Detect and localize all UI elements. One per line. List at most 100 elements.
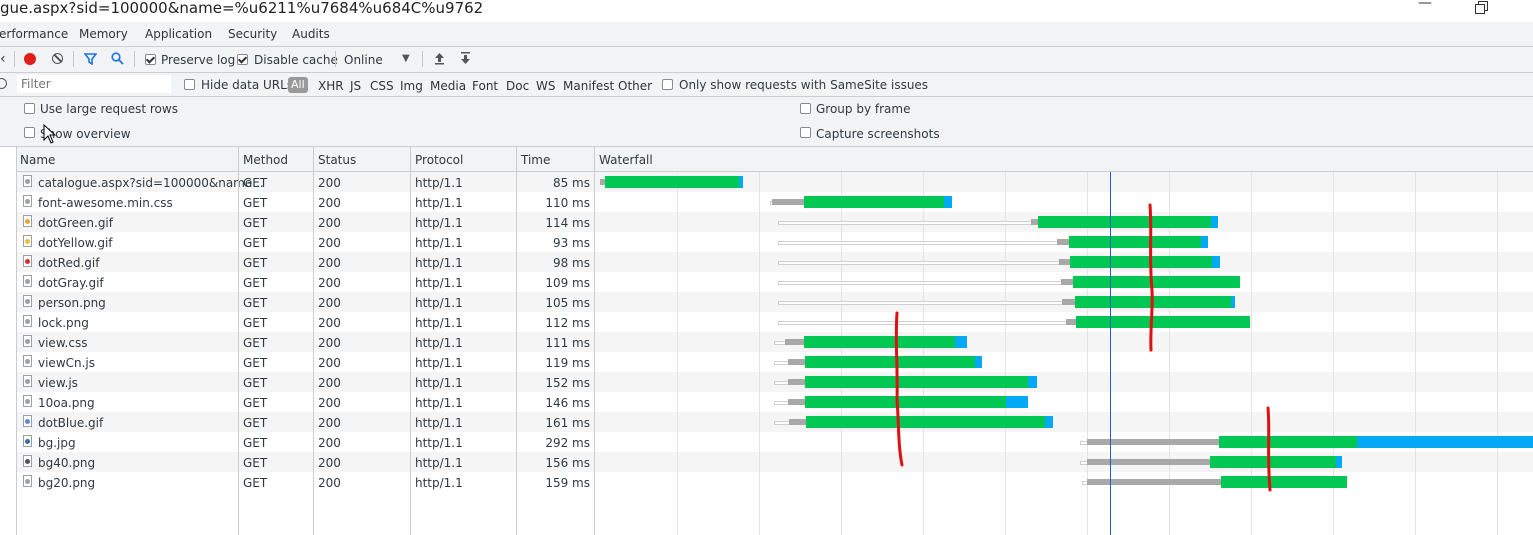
tab-application[interactable]: Application <box>145 27 212 41</box>
waterfall-bar-waiting[interactable] <box>1210 456 1336 468</box>
type-filter-ws[interactable]: WS <box>536 79 555 93</box>
waterfall-bar-download[interactable] <box>955 336 967 348</box>
type-filter-font[interactable]: Font <box>472 79 498 93</box>
request-name[interactable]: person.png <box>38 296 106 310</box>
close-drawer-icon[interactable]: ‹ <box>0 51 6 67</box>
column-divider[interactable] <box>516 147 517 535</box>
waterfall-bar-waiting[interactable] <box>1221 476 1347 488</box>
request-name[interactable]: viewCn.js <box>38 356 95 370</box>
disable-cache-checkbox[interactable] <box>237 54 248 65</box>
waterfall-bar-download[interactable] <box>1211 216 1218 228</box>
waterfall-bar-download[interactable] <box>1336 456 1342 468</box>
waterfall-bar-download[interactable] <box>1357 436 1533 448</box>
search-icon[interactable] <box>111 52 124 65</box>
chevron-down-icon[interactable]: ▼ <box>402 53 410 64</box>
waterfall-bar-download[interactable] <box>1006 396 1028 408</box>
request-name[interactable]: catalogue.aspx?sid=100000&name... <box>38 176 264 190</box>
restore-window-icon[interactable] <box>1475 1 1488 14</box>
request-time: 159 ms <box>545 476 590 490</box>
request-name[interactable]: view.js <box>38 376 78 390</box>
waterfall-bar-download[interactable] <box>1028 376 1037 388</box>
waterfall-bar-waiting[interactable] <box>1069 236 1201 248</box>
waterfall-bar-download[interactable] <box>1231 296 1235 308</box>
waterfall-bar-download[interactable] <box>1201 236 1208 248</box>
waterfall-bar-waiting[interactable] <box>805 356 975 368</box>
samesite-checkbox[interactable] <box>662 79 673 90</box>
request-name[interactable]: lock.png <box>38 316 89 330</box>
request-method: GET <box>243 436 268 450</box>
filter-icon[interactable] <box>84 53 97 65</box>
tab-security[interactable]: Security <box>228 27 277 41</box>
waterfall-bar-waiting[interactable] <box>804 336 955 348</box>
request-name[interactable]: dotGray.gif <box>38 276 104 290</box>
waterfall-bar-download[interactable] <box>944 196 952 208</box>
column-divider[interactable] <box>238 147 239 535</box>
request-name[interactable]: view.css <box>38 336 87 350</box>
hide-data-urls-checkbox[interactable] <box>184 79 195 90</box>
waterfall-bar-download[interactable] <box>975 356 982 368</box>
request-name[interactable]: bg20.png <box>38 476 95 490</box>
waterfall-bar-waiting[interactable] <box>806 416 1045 428</box>
large-rows-checkbox[interactable] <box>24 103 35 114</box>
show-overview-checkbox[interactable] <box>24 127 35 138</box>
clear-icon[interactable] <box>52 53 63 64</box>
waterfall-bar-waiting[interactable] <box>804 196 944 208</box>
column-header-time[interactable]: Time <box>521 153 550 167</box>
clear-filter-icon[interactable] <box>0 78 7 89</box>
waterfall-bar-waiting[interactable] <box>1219 436 1357 448</box>
filter-input[interactable] <box>17 75 171 93</box>
request-status: 200 <box>318 376 341 390</box>
column-divider[interactable] <box>313 147 314 535</box>
request-name[interactable]: 10oa.png <box>38 396 95 410</box>
column-header-method[interactable]: Method <box>243 153 288 167</box>
waterfall-bar-waiting[interactable] <box>1070 256 1212 268</box>
type-filter-xhr[interactable]: XHR <box>318 79 344 93</box>
type-filter-js[interactable]: JS <box>350 79 361 93</box>
waterfall-bar-waiting[interactable] <box>805 376 1028 388</box>
waterfall-bar-waiting[interactable] <box>1038 216 1211 228</box>
request-name[interactable]: bg40.png <box>38 456 95 470</box>
toolbar-divider <box>14 51 15 67</box>
waterfall-bar-waiting[interactable] <box>1073 276 1240 288</box>
waterfall-bar-waiting[interactable] <box>1075 296 1231 308</box>
type-filter-all[interactable]: All <box>288 77 308 93</box>
record-icon[interactable] <box>24 53 36 65</box>
file-type-icon <box>23 395 32 407</box>
request-name[interactable]: bg.jpg <box>38 436 76 450</box>
type-filter-img[interactable]: Img <box>400 79 423 93</box>
import-har-icon[interactable] <box>434 52 445 65</box>
type-filter-other[interactable]: Other <box>618 79 652 93</box>
request-status: 200 <box>318 436 341 450</box>
request-name[interactable]: dotYellow.gif <box>38 236 113 250</box>
tab-audits[interactable]: Audits <box>292 27 330 41</box>
column-header-name[interactable]: Name <box>20 153 55 167</box>
export-har-icon[interactable] <box>460 52 471 65</box>
capture-screenshots-checkbox[interactable] <box>800 127 811 138</box>
type-filter-css[interactable]: CSS <box>370 79 394 93</box>
request-name[interactable]: dotGreen.gif <box>38 216 113 230</box>
column-header-waterfall[interactable]: Waterfall <box>599 153 653 167</box>
waterfall-bar-waiting[interactable] <box>805 396 1006 408</box>
group-by-frame-checkbox[interactable] <box>800 103 811 114</box>
waterfall-bar-download[interactable] <box>1212 256 1220 268</box>
request-protocol: http/1.1 <box>415 416 463 430</box>
column-header-status[interactable]: Status <box>318 153 356 167</box>
minimize-icon[interactable]: — <box>1418 0 1432 10</box>
type-filter-manifest[interactable]: Manifest <box>563 79 614 93</box>
waterfall-bar-waiting[interactable] <box>605 176 739 188</box>
waterfall-bar-download[interactable] <box>739 176 743 188</box>
hide-data-urls-label: Hide data URLs <box>201 78 294 92</box>
type-filter-media[interactable]: Media <box>430 79 466 93</box>
throttling-select[interactable]: Online <box>344 53 383 67</box>
column-header-protocol[interactable]: Protocol <box>415 153 463 167</box>
preserve-log-checkbox[interactable] <box>145 54 156 65</box>
waterfall-bar-download[interactable] <box>1045 416 1053 428</box>
request-name[interactable]: font-awesome.min.css <box>38 196 173 210</box>
request-name[interactable]: dotBlue.gif <box>38 416 103 430</box>
type-filter-doc[interactable]: Doc <box>506 79 529 93</box>
waterfall-bar-waiting[interactable] <box>1076 316 1250 328</box>
tab-memory[interactable]: Memory <box>79 27 128 41</box>
tab-performance[interactable]: erformance <box>0 27 68 41</box>
request-name[interactable]: dotRed.gif <box>38 256 99 270</box>
column-divider[interactable] <box>410 147 411 535</box>
